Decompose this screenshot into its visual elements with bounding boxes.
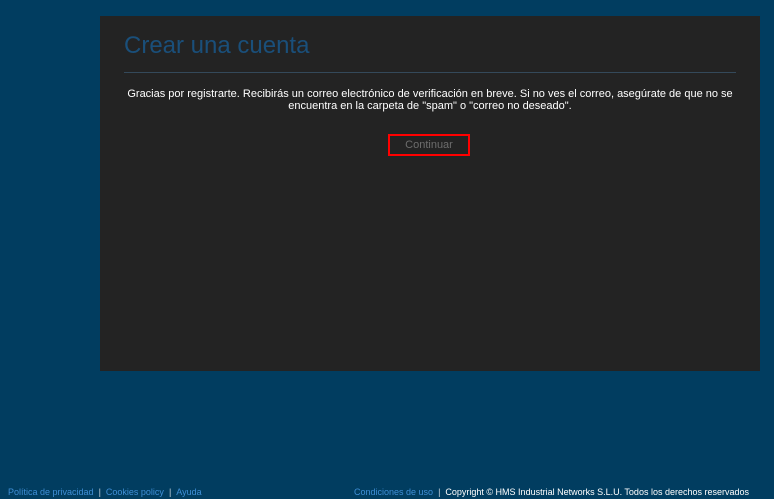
- page-title: Crear una cuenta: [124, 32, 310, 59]
- copyright-text: Copyright © HMS Industrial Networks S.L.…: [445, 487, 749, 497]
- title-divider: [124, 72, 736, 73]
- footer-separator: |: [168, 487, 172, 497]
- help-link[interactable]: Ayuda: [176, 487, 201, 497]
- continue-button[interactable]: Continuar: [392, 137, 466, 153]
- footer-links-left: Política de privacidad | Cookies policy | Ay…: [8, 486, 202, 499]
- footer-separator: |: [438, 487, 441, 497]
- page: Crear una cuenta Gracias por registrarte…: [0, 0, 774, 499]
- privacy-policy-link[interactable]: Política de privacidad: [8, 487, 94, 497]
- terms-of-use-link[interactable]: Condiciones de uso: [354, 487, 433, 497]
- footer-links-right: Condiciones de uso | Copyright © HMS Indus…: [354, 486, 749, 499]
- cookies-policy-link[interactable]: Cookies policy: [106, 487, 164, 497]
- signup-panel: Crear una cuenta Gracias por registrarte…: [100, 16, 760, 371]
- footer-separator: |: [98, 487, 101, 497]
- footer: Política de privacidad | Cookies policy | Ay…: [0, 486, 774, 499]
- confirmation-message: Gracias por registrarte. Recibirás un co…: [127, 88, 733, 112]
